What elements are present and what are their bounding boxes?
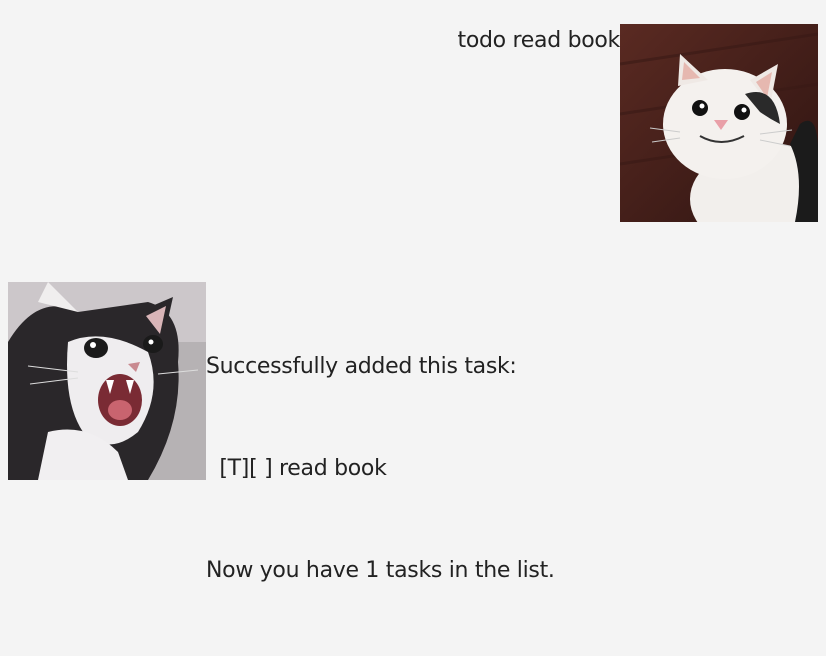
user-message-text: todo read book [457,28,621,53]
bot-message-line: Now you have 1 tasks in the list. [206,558,555,583]
bot-message-line: [T][ ] read book [206,456,387,481]
bot-message-text: Successfully added this task: [T][ ] rea… [206,282,555,656]
screaming-cat-icon [8,282,206,480]
user-dialog-box: todo read book [458,24,818,222]
smiling-cat-icon [620,24,818,222]
bot-message-line: Successfully added this task: [206,354,517,379]
bot-dialog-box: Successfully added this task: [T][ ] rea… [8,282,555,656]
